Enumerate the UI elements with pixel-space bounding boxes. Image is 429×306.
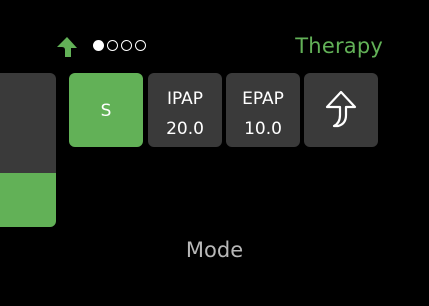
page-dot [121,40,132,51]
mode-tile-label: S [100,101,112,121]
epap-tile[interactable]: EPAP 10.0 [226,73,300,147]
side-panel-bottom [0,173,56,227]
therapy-screen: Therapy S IPAP 20.0 EPAP 10.0 Mode [0,0,429,306]
footer-label: Mode [185,238,244,262]
mode-tile[interactable]: S [69,73,143,147]
back-arrow-icon [325,90,357,128]
ipap-tile[interactable]: IPAP 20.0 [148,73,222,147]
back-tile[interactable] [304,73,378,147]
page-indicator [93,40,146,51]
epap-label: EPAP [242,89,284,109]
page-dot-active [93,40,104,51]
page-dot [135,40,146,51]
page-dot [107,40,118,51]
epap-value: 10.0 [244,119,282,139]
back-arrow-icon[interactable] [56,36,78,58]
side-panel-top [0,73,56,173]
ipap-value: 20.0 [166,119,204,139]
side-panel[interactable] [0,73,56,227]
screen-title: Therapy [295,34,383,58]
ipap-label: IPAP [166,89,204,109]
